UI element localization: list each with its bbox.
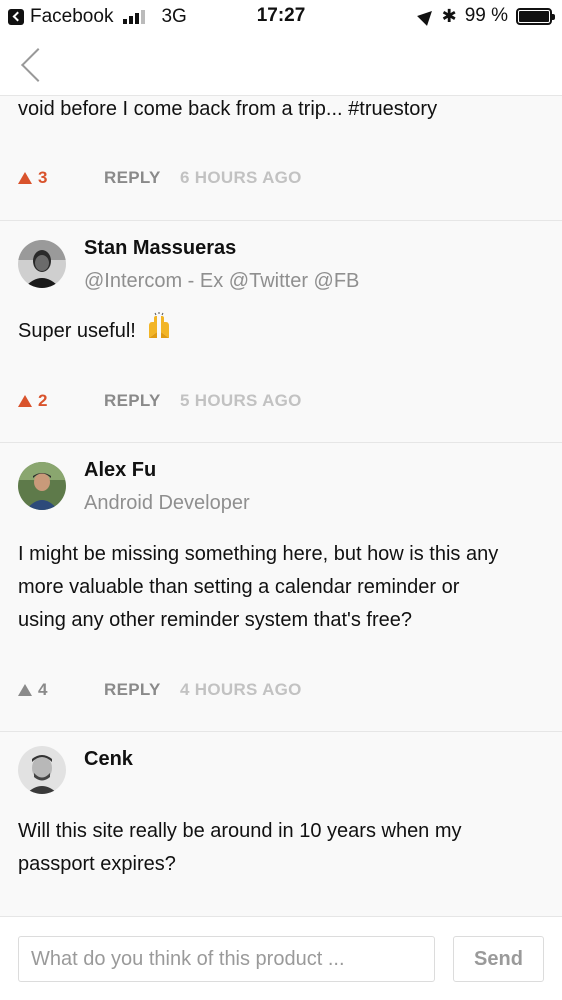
comment-actions: 4 REPLY 4 HOURS AGO bbox=[18, 678, 302, 702]
status-bar: Facebook 3G 17:27 ✱ 99 % bbox=[0, 0, 562, 32]
author-name[interactable]: Cenk bbox=[84, 748, 133, 771]
comment-divider bbox=[0, 220, 562, 221]
comment-body-line: void before I come back from a trip... #… bbox=[18, 98, 438, 120]
upvote-count: 3 bbox=[38, 168, 48, 187]
comment-body-line: more valuable than setting a calendar re… bbox=[18, 576, 460, 598]
navigation-bar bbox=[0, 32, 562, 96]
comments-list[interactable]: void before I come back from a trip... #… bbox=[0, 96, 562, 916]
upvote-button[interactable]: 4 bbox=[18, 680, 104, 700]
comment-time: 5 HOURS AGO bbox=[180, 391, 302, 410]
comment-body-line: I might be missing something here, but h… bbox=[18, 543, 499, 565]
comment-divider bbox=[0, 731, 562, 732]
comment-actions: 3 REPLY 6 HOURS AGO bbox=[18, 166, 302, 190]
back-button[interactable] bbox=[12, 40, 52, 88]
battery-percent: 99 % bbox=[464, 5, 508, 26]
upvote-count: 4 bbox=[38, 680, 48, 699]
comment-actions: 2 REPLY 5 HOURS AGO bbox=[18, 389, 302, 413]
author-name[interactable]: Alex Fu bbox=[84, 459, 156, 482]
location-icon bbox=[416, 6, 437, 26]
comment-body-line: using any other reminder system that's f… bbox=[18, 609, 413, 631]
raising-hands-emoji bbox=[145, 312, 173, 351]
upvote-arrow-icon bbox=[18, 684, 32, 696]
avatar[interactable] bbox=[18, 240, 66, 288]
upvote-arrow-icon bbox=[18, 395, 32, 407]
author-headline: Android Developer bbox=[84, 492, 250, 514]
avatar[interactable] bbox=[18, 746, 66, 794]
reply-button[interactable]: REPLY bbox=[104, 680, 180, 700]
status-right: ✱ 99 % bbox=[416, 5, 555, 27]
comment-body-line: passport expires? bbox=[18, 853, 176, 875]
comment-body-line: Will this site really be around in 10 ye… bbox=[18, 820, 462, 842]
comment-time: 4 HOURS AGO bbox=[180, 680, 302, 699]
bluetooth-icon: ✱ bbox=[441, 6, 457, 26]
reply-button[interactable]: REPLY bbox=[104, 168, 180, 188]
upvote-arrow-icon bbox=[18, 172, 32, 184]
comment-composer: Send bbox=[0, 916, 562, 1000]
comment-body-text: Super useful! bbox=[18, 319, 136, 342]
comment-input[interactable] bbox=[18, 936, 435, 982]
comment-divider bbox=[0, 442, 562, 443]
reply-button[interactable]: REPLY bbox=[104, 391, 180, 411]
battery-icon bbox=[516, 7, 555, 25]
author-name[interactable]: Stan Massueras bbox=[84, 237, 236, 260]
upvote-button[interactable]: 3 bbox=[18, 168, 104, 188]
comment-body-line: Super useful! bbox=[18, 312, 173, 351]
send-button[interactable]: Send bbox=[453, 936, 544, 982]
author-headline: @Intercom - Ex @Twitter @FB bbox=[84, 270, 360, 292]
upvote-count: 2 bbox=[38, 391, 48, 410]
avatar[interactable] bbox=[18, 462, 66, 510]
upvote-button[interactable]: 2 bbox=[18, 391, 104, 411]
comment-time: 6 HOURS AGO bbox=[180, 168, 302, 187]
